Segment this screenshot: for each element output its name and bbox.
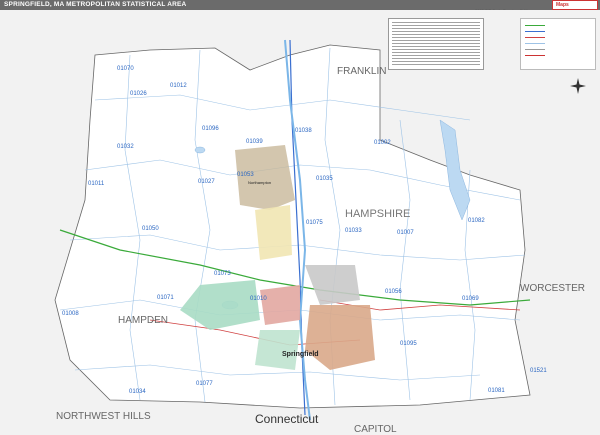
zip-label: 01039 — [246, 139, 263, 145]
map-legend — [520, 18, 596, 70]
zip-label: 01073 — [214, 271, 231, 277]
label-franklin: FRANKLIN — [337, 66, 386, 77]
agawam-area — [255, 330, 300, 370]
zip-label: 01521 — [530, 368, 547, 374]
zip-label: 01081 — [488, 388, 505, 394]
zip-label: 01082 — [468, 218, 485, 224]
logo-text: Maps — [556, 2, 569, 8]
zip-label: 01071 — [157, 295, 174, 301]
zip-label: 01077 — [196, 381, 213, 387]
zip-label: 01069 — [462, 296, 479, 302]
zip-label: 01095 — [400, 341, 417, 347]
zip-label: 01032 — [117, 144, 134, 150]
zip-label: 01035 — [316, 176, 333, 182]
zip-index-table — [388, 18, 484, 70]
label-connecticut: Connecticut — [255, 412, 319, 426]
lake-2 — [194, 146, 206, 154]
map-title: SPRINGFIELD, MA METROPOLITAN STATISTICAL… — [4, 1, 187, 8]
zip-label: 01012 — [170, 83, 187, 89]
legend-county-boundary — [525, 49, 545, 50]
zip-label: 01033 — [345, 228, 362, 234]
legend-state-route — [525, 37, 545, 38]
zip-label: 01008 — [62, 311, 79, 317]
zip-label: 01002 — [374, 140, 391, 146]
label-capitol: CAPITOL — [354, 424, 397, 435]
legend-railroad — [525, 55, 545, 56]
zip-label: 01027 — [198, 179, 215, 185]
city-northampton: Northampton — [248, 180, 271, 185]
label-hampshire: HAMPSHIRE — [345, 208, 410, 220]
map-canvas: FRANKLIN HAMPSHIRE HAMPDEN WORCESTER NOR… — [0, 10, 600, 435]
zip-label: 01053 — [237, 172, 254, 178]
zip-label: 01026 — [130, 91, 147, 97]
zip-label: 01096 — [202, 126, 219, 132]
legend-zip-boundary — [525, 43, 545, 44]
zip-label: 01034 — [129, 389, 146, 395]
index-entries — [392, 22, 480, 66]
zip-label: 01050 — [142, 226, 159, 232]
label-northwest-hills: NORTHWEST HILLS — [56, 411, 151, 422]
easthampton-area — [255, 205, 292, 260]
label-hampden: HAMPDEN — [118, 315, 168, 326]
label-worcester: WORCESTER — [520, 283, 585, 294]
westspringfield-area — [260, 285, 300, 325]
compass-rose-icon — [570, 78, 586, 94]
legend-us-highway — [525, 31, 545, 32]
publisher-logo: Maps — [552, 0, 598, 10]
zip-label: 01007 — [397, 230, 414, 236]
zip-label: 01075 — [306, 220, 323, 226]
map-poster: SPRINGFIELD, MA METROPOLITAN STATISTICAL… — [0, 0, 600, 435]
zip-label: 01038 — [295, 128, 312, 134]
zip-label: 01056 — [385, 289, 402, 295]
zip-label: 01011 — [88, 181, 105, 187]
city-springfield: Springfield — [282, 351, 319, 358]
zip-label: 01010 — [250, 296, 267, 302]
legend-interstate — [525, 25, 545, 26]
zip-label: 01070 — [117, 66, 134, 72]
